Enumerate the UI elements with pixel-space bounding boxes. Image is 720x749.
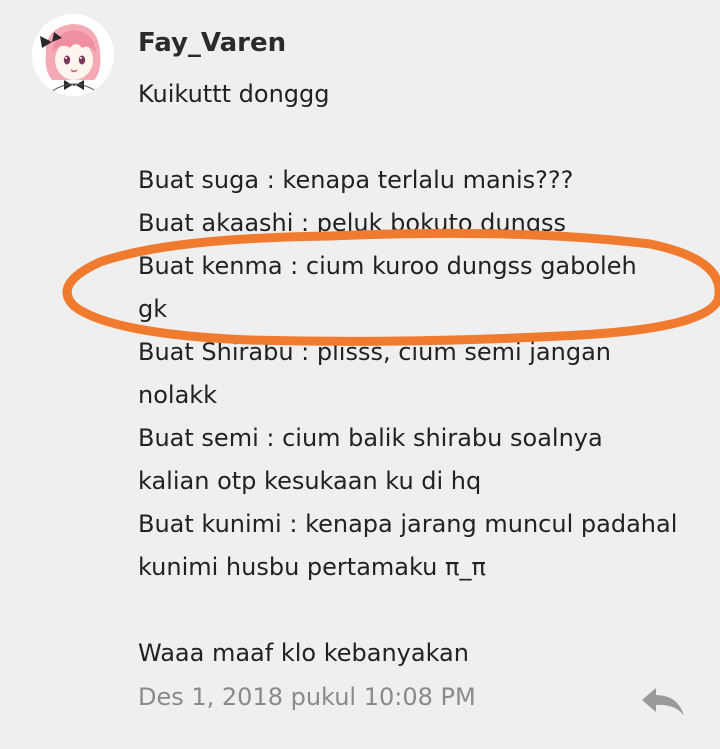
- comment-line: Waaa maaf klo kebanyakan: [138, 639, 469, 667]
- reply-button[interactable]: [638, 684, 688, 720]
- comment-line: Buat Shirabu : plisss, cium semi jangan: [138, 338, 612, 366]
- comment-timestamp: Des 1, 2018 pukul 10:08 PM: [138, 683, 476, 711]
- comment-line: [138, 116, 708, 159]
- comment-line: Buat akaashi : peluk bokuto dungss: [138, 209, 567, 237]
- anime-avatar-icon: [32, 14, 114, 96]
- comment-line: Buat semi : cium balik shirabu soalnya: [138, 424, 603, 452]
- reply-arrow-icon: [642, 688, 684, 716]
- comment-line: [138, 589, 708, 632]
- comment-line: Buat suga : kenapa terlalu manis???: [138, 166, 574, 194]
- comment-line: nolakk: [138, 381, 218, 409]
- comment-line: Kuikuttt donggg: [138, 80, 330, 108]
- comment-line: kunimi husbu pertamaku π_π: [138, 553, 486, 581]
- comment-line: Buat kenma : cium kuroo dungss gaboleh: [138, 252, 637, 280]
- comment-line: gk: [138, 295, 168, 323]
- comment-line: Buat kunimi : kenapa jarang muncul padah…: [138, 510, 678, 538]
- avatar[interactable]: [32, 14, 114, 96]
- comment-body: Kuikuttt donggg Buat suga : kenapa terla…: [138, 73, 708, 675]
- comment-line: kalian otp kesukaan ku di hq: [138, 467, 482, 495]
- username[interactable]: Fay_Varen: [138, 28, 286, 58]
